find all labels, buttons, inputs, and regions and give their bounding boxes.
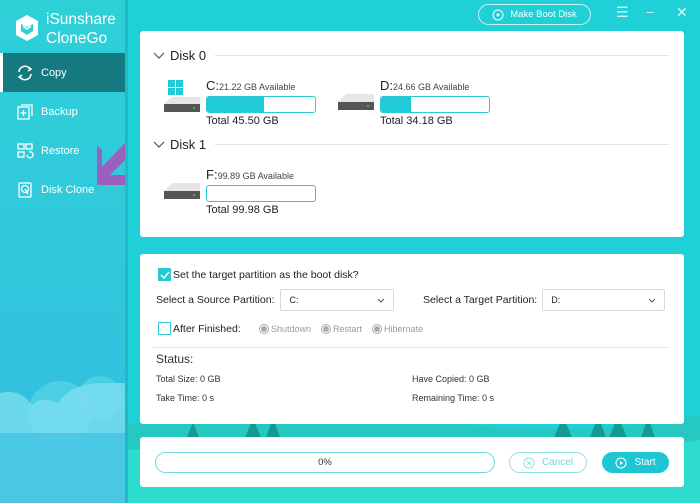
partition-f[interactable]: F:99.89 GB Available Total 99.98 GB <box>160 167 316 216</box>
sync-icon <box>16 64 34 82</box>
app-logo: iSunshare CloneGo <box>14 10 116 48</box>
pointer-arrow-decoration <box>97 143 125 185</box>
after-finished-label: After Finished: <box>173 322 241 335</box>
drive-icon <box>334 78 378 120</box>
drive-icon <box>160 167 204 209</box>
close-icon[interactable]: ✕ <box>676 4 688 21</box>
partition-d[interactable]: D:24.66 GB Available Total 34.18 GB <box>334 78 490 127</box>
cancel-button[interactable]: Cancel <box>509 452 587 473</box>
radio-restart[interactable]: Restart <box>321 323 363 334</box>
remaining-time: Remaining Time: 0 s <box>412 393 495 403</box>
radio-shutdown[interactable]: Shutdown <box>259 323 312 334</box>
chevron-down-icon <box>378 298 385 303</box>
sidebar: iSunshare CloneGo Copy Backup Restore Di… <box>0 0 125 503</box>
options-panel: Set the target partition as the boot dis… <box>140 254 684 424</box>
partition-available: 24.66 GB Available <box>393 82 470 92</box>
target-partition-select[interactable]: D: <box>542 289 666 311</box>
logo-icon <box>16 15 38 41</box>
boot-disk-label: Set the target partition as the boot dis… <box>173 268 359 281</box>
partition-letter: C: <box>206 78 219 93</box>
sidebar-item-label: Backup <box>41 105 78 118</box>
partition-available: 21.22 GB Available <box>219 82 296 92</box>
menu-icon[interactable]: ☰ <box>616 4 629 21</box>
usage-bar <box>206 96 316 113</box>
disk-0-header[interactable]: Disk 0 <box>153 48 669 63</box>
partition-letter: F: <box>206 167 218 182</box>
after-finished-checkbox[interactable] <box>158 322 171 335</box>
chevron-down-icon <box>153 52 165 59</box>
progress-panel: 0% Cancel Start <box>140 437 684 487</box>
sidebar-item-label: Restore <box>41 144 80 157</box>
radio-dot <box>321 323 332 334</box>
partition-total: Total 99.98 GB <box>206 204 279 216</box>
usage-bar <box>380 96 490 113</box>
brand-line2: CloneGo <box>46 30 108 47</box>
disc-icon <box>492 9 504 20</box>
radio-hibernate[interactable]: Hibernate <box>372 323 424 334</box>
target-partition-value: D: <box>551 295 561 305</box>
target-partition-label: Select a Target Partition: <box>423 294 538 306</box>
radio-dot <box>372 323 383 334</box>
boot-disk-checkbox[interactable] <box>158 268 171 281</box>
system-drive-icon <box>160 78 204 120</box>
partition-total: Total 34.18 GB <box>380 115 453 127</box>
disk-list-panel: Disk 0 C:21.22 GB Available Total 45.50 … <box>140 31 684 237</box>
total-size: Total Size: 0 GB <box>156 374 221 384</box>
have-copied: Have Copied: 0 GB <box>412 374 490 384</box>
disk-clone-icon <box>16 181 34 199</box>
cancel-label: Cancel <box>541 457 574 468</box>
radio-label: Hibernate <box>384 323 424 334</box>
title-bar: Make Boot Disk ☰ − ✕ <box>128 0 700 30</box>
make-boot-disk-button[interactable]: Make Boot Disk <box>478 4 591 25</box>
partition-available: 99.89 GB Available <box>217 171 294 181</box>
partition-total: Total 45.50 GB <box>206 115 279 127</box>
take-time: Take Time: 0 s <box>156 393 215 403</box>
chevron-down-icon <box>153 141 165 148</box>
start-button[interactable]: Start <box>602 452 669 473</box>
sidebar-item-label: Copy <box>41 66 67 79</box>
usage-fill <box>207 97 265 112</box>
source-partition-value: C: <box>289 295 299 305</box>
after-finished-row: After Finished: Shutdown Restart Hiberna… <box>158 322 433 335</box>
sidebar-item-label: Disk Clone <box>41 183 95 196</box>
brand-line1: iSunshare <box>46 11 116 28</box>
disk-label: Disk 1 <box>170 137 207 152</box>
divider <box>215 55 669 56</box>
usage-bar <box>206 185 316 202</box>
target-partition-row: Select a Target Partition: D: <box>423 289 666 311</box>
radio-label: Restart <box>333 323 363 334</box>
source-partition-label: Select a Source Partition: <box>156 294 275 306</box>
divider <box>153 347 669 348</box>
make-boot-disk-label: Make Boot Disk <box>510 9 577 20</box>
partition-letter: D: <box>380 78 393 93</box>
status-title: Status: <box>156 352 194 366</box>
progress-percent: 0% <box>318 457 332 468</box>
boot-disk-option: Set the target partition as the boot dis… <box>158 268 359 281</box>
restore-icon <box>16 142 34 160</box>
sidebar-item-backup[interactable]: Backup <box>0 92 125 131</box>
clouds-decoration <box>0 376 125 503</box>
disk-label: Disk 0 <box>170 48 207 63</box>
divider <box>215 144 669 145</box>
source-partition-select[interactable]: C: <box>280 289 395 311</box>
play-icon <box>615 457 627 468</box>
chevron-down-icon <box>648 298 656 303</box>
disk-1-header[interactable]: Disk 1 <box>153 137 669 152</box>
check-icon <box>159 271 170 279</box>
radio-dot <box>259 323 269 334</box>
source-partition-row: Select a Source Partition: C: <box>156 289 395 311</box>
usage-fill <box>381 97 412 112</box>
progress-bar: 0% <box>155 452 495 473</box>
backup-icon <box>16 103 34 121</box>
cancel-icon <box>523 457 535 468</box>
radio-label: Shutdown <box>271 323 312 334</box>
start-label: Start <box>634 457 656 468</box>
sidebar-item-copy[interactable]: Copy <box>0 53 125 92</box>
partition-c[interactable]: C:21.22 GB Available Total 45.50 GB <box>160 78 316 127</box>
minimize-icon[interactable]: − <box>646 4 654 20</box>
